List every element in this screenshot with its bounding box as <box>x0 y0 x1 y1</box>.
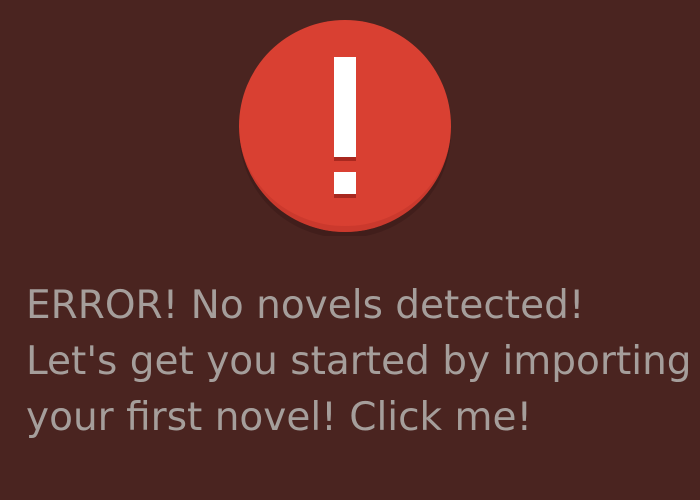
error-message-line-3[interactable]: your first novel! Click me! <box>26 390 696 446</box>
no-novels-screen: ERROR! No novels detected! Let's get you… <box>0 0 700 500</box>
error-message-line-2[interactable]: Let's get you started by importing <box>26 334 696 390</box>
exclamation-icon <box>237 20 453 236</box>
import-novel-prompt[interactable]: ERROR! No novels detected! Let's get you… <box>26 278 696 446</box>
error-message-line-1[interactable]: ERROR! No novels detected! <box>26 278 696 334</box>
